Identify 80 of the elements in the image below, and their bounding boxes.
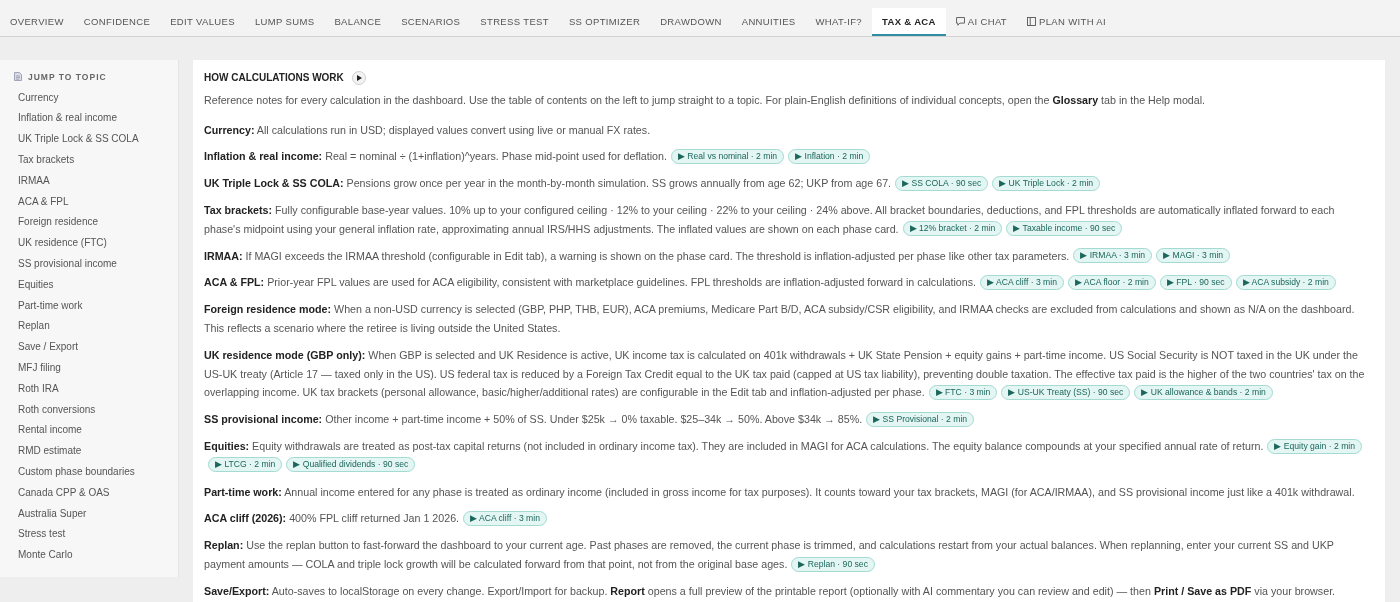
note-paragraph: Equities: Equity withdrawals are treated as post-tax capital returns (not included in ordinary income tax). They are included in MAGI for ACA calculations. The equity balance compounds at your specified annual rate of return. ▶ Equity gain · 2 min ▶ LTCG · 2 min ▶ Qualified dividends · 90 sec <box>204 436 1371 475</box>
split-panel-icon <box>1027 16 1037 26</box>
topic-link[interactable]: Canada CPP & OAS <box>0 482 128 504</box>
tab[interactable]: SS OPTIMIZER <box>558 8 651 36</box>
sidebar-heading: JUMP TO TOPIC <box>28 71 107 82</box>
topic-link[interactable]: Currency <box>0 87 77 109</box>
video-link[interactable]: ▶ 12% bracket · 2 min <box>902 221 1003 237</box>
note-paragraph: IRMAA: If MAGI exceeds the IRMAA threshold (configurable in Edit tab), a warning is shown on the phase card. The threshold is inflation-adjusted per phase like other tax parameters. ▶ IRMAA · 3 min ▶ MAGI · 3 min <box>204 246 1371 266</box>
tab[interactable]: OVERVIEW <box>0 8 74 36</box>
video-link[interactable]: ▶ LTCG · 2 min <box>208 457 283 473</box>
topic-link[interactable]: Foreign residence <box>0 212 117 234</box>
video-link[interactable]: ▶ Replan · 90 sec <box>791 556 875 572</box>
topic-link[interactable]: UK residence (FTC) <box>0 233 125 254</box>
video-link[interactable]: ▶ UK Triple Lock · 2 min <box>992 175 1101 191</box>
video-link[interactable]: ▶ FTC · 3 min <box>928 385 998 401</box>
tab[interactable]: CONFIDENCE <box>73 8 161 36</box>
topic-link[interactable]: RMD estimate <box>0 441 100 462</box>
tab[interactable]: AI CHAT <box>945 8 1018 36</box>
video-link[interactable]: ▶ SS COLA · 90 sec <box>895 175 989 191</box>
video-link[interactable]: ▶ SS Provisional · 2 min <box>866 411 975 427</box>
topic-link[interactable]: Stress test <box>0 524 84 546</box>
video-link[interactable]: ▶ MAGI · 3 min <box>1156 248 1231 264</box>
tab[interactable]: STRESS TEST <box>470 8 559 36</box>
topic-link[interactable]: Equities <box>0 274 72 296</box>
topic-link[interactable]: Save / Export <box>0 337 97 358</box>
video-link[interactable]: ▶ IRMAA · 3 min <box>1073 248 1153 264</box>
topic-link[interactable]: Monte Carlo <box>0 545 91 566</box>
intro-text: Reference notes for every calculation in the dashboard. Use the table of contents on the left to jump straight to a topic. For plain-English definitions of individual concepts, open the Glossary tab in the Help modal. <box>204 93 1207 108</box>
note-paragraph: Foreign residence mode: When a non-USD currency is selected (GBP, PHP, THB, EUR), ACA premiums, Medicare Part B/D, ACA subsidy/CSR eligibility, and IRMAA checks are excluded from calculations and shown as N/A on the dashboard. This reflects a scenario where the retiree is living outside the United States. <box>204 302 1356 336</box>
video-link[interactable]: ▶ Qualified dividends · 90 sec <box>286 457 416 473</box>
note-paragraph: Save/Export: Auto-saves to localStorage on every change. Export/Import for backup. Report opens a full preview of the printable report (optionally with AI commentary you can review and edit) — then Print / Save as PDF via your browser. <box>204 583 1337 599</box>
note-paragraph: Part-time work: Annual income entered for any phase is treated as ordinary income (included in gross income for tax purposes). It counts toward your tax brackets, MAGI (for ACA/IRMAA), and SS provisional income just like a 401k withdrawal. <box>204 484 1356 500</box>
note-paragraph: Replan: Use the replan button to fast-forward the dashboard to your current age. Past phases are removed, the current phase is trimmed, and calculations restart from your actual balances. When replanning, enter your current SS and UKP payment amounts — COLA and triple lock growth will be calculated forward from that point, not from the original base ages. ▶ Replan · 90 sec <box>204 538 1335 574</box>
video-link[interactable]: ▶ ACA subsidy · 2 min <box>1235 275 1336 291</box>
topic-link[interactable]: Roth conversions <box>0 399 114 421</box>
video-link[interactable]: ▶ UK allowance & bands · 2 min <box>1134 385 1273 401</box>
section-title: HOW CALCULATIONS WORK <box>204 72 344 83</box>
note-paragraph: UK residence mode (GBP only): When GBP is selected and UK Residence is active, UK income tax is calculated on 401k withdrawals + UK State Pension + equity gains + part-time income. US Social Security is NOT taxed in the UK under the US-UK treaty (Article 17 — taxed only in the US). US federal tax is reduced by a Foreign Tax Credit equal to the UK tax paid (capped at US tax liability), preventing double taxation. The effective tax paid is the higher of the two countries' tax on the overlapping income. UK tax brackets (personal allowance, basic/higher/additional rates) are configurable in the Edit tab and inflation-adjusted per phase. ▶ FTC · 3 min ▶ US-UK Treaty (SS) · 90 sec ▶ UK allowance & bands · 2 min <box>204 347 1366 403</box>
topic-link[interactable]: IRMAA <box>0 170 68 192</box>
topic-link[interactable]: UK Triple Lock & SS COLA <box>0 129 157 150</box>
video-link[interactable]: ▶ ACA cliff · 3 min <box>463 511 547 526</box>
video-link[interactable]: ▶ Equity gain · 2 min <box>1267 438 1362 454</box>
topic-link[interactable]: Part-time work <box>0 295 101 317</box>
document-icon <box>14 72 22 81</box>
note-paragraph: UK Triple Lock & SS COLA: Pensions grow once per year in the month-by-month simulation. SS grows annually from age 62; UKP from age 67. ▶ SS COLA · 90 sec ▶ UK Triple Lock · 2 min <box>204 174 1371 193</box>
topic-link[interactable]: Rental income <box>0 420 100 442</box>
topic-link[interactable]: Roth IRA <box>0 378 77 400</box>
topic-link[interactable]: ACA & FPL <box>0 191 87 213</box>
play-button[interactable] <box>351 70 366 85</box>
topic-link[interactable]: SS provisional income <box>0 253 135 275</box>
tab[interactable]: DRAWDOWN <box>650 8 732 36</box>
tab[interactable]: TAX & ACA <box>871 8 946 36</box>
topic-link[interactable]: Tax brackets <box>0 150 93 171</box>
video-link[interactable]: ▶ FPL · 90 sec <box>1159 275 1232 291</box>
tab[interactable]: WHAT-IF? <box>805 8 872 36</box>
video-link[interactable]: ▶ ACA floor · 2 min <box>1067 275 1156 291</box>
note-paragraph: ACA & FPL: Prior-year FPL values are used for ACA eligibility, consistent with marketplace guidelines. FPL thresholds are inflation-adjusted forward in calculations. ▶ ACA cliff · 3 min ▶ ACA floor · 2 min ▶ FPL · 90 sec ▶ ACA subsidy · 2 min <box>204 273 1371 293</box>
topic-link[interactable]: MFJ filing <box>0 357 79 379</box>
topic-link[interactable]: Custom phase boundaries <box>0 461 153 483</box>
topic-link[interactable]: Australia Super <box>0 503 105 525</box>
video-link[interactable]: ▶ US-UK Treaty (SS) · 90 sec <box>1001 385 1131 401</box>
note-paragraph: ACA cliff (2026): 400% FPL cliff returned Jan 1 2026. ▶ ACA cliff · 3 min <box>204 509 1371 529</box>
play-icon <box>356 74 362 81</box>
video-link[interactable]: ▶ Real vs nominal · 2 min <box>670 149 785 165</box>
tab[interactable]: EDIT VALUES <box>160 8 245 36</box>
video-link[interactable]: ▶ Inflation · 2 min <box>788 149 871 165</box>
note-paragraph: Inflation & real income: Real = nominal ÷ (1+inflation)^years. Phase mid-point used for deflation. ▶ Real vs nominal · 2 min ▶ Inflation · 2 min <box>204 147 1371 167</box>
video-link[interactable]: ▶ Taxable income · 90 sec <box>1006 221 1123 237</box>
tab[interactable]: ANNUITIES <box>731 8 806 36</box>
topic-link[interactable]: Replan <box>0 316 68 338</box>
note-paragraph: Currency: All calculations run in USD; displayed values convert using live or manual FX rates. <box>204 122 652 138</box>
note-paragraph: Tax brackets: Fully configurable base-year values. 10% up to your configured ceiling · 12% to your ceiling · 22% to your ceiling · 24% above. All bracket boundaries, deductions, and FPL thresholds are automatically inflated forward to each phase's midpoint using your general inflation rate, approximating annual IRS/HHS adjustments. The inflated values are shown on each phase card. ▶ 12% bracket · 2 min ▶ Taxable income · 90 sec <box>204 203 1336 239</box>
topic-link[interactable]: Inflation & real income <box>0 108 135 130</box>
tab[interactable]: SCENARIOS <box>391 8 471 36</box>
tab[interactable]: BALANCE <box>324 8 392 36</box>
tab[interactable]: LUMP SUMS <box>244 8 325 36</box>
video-link[interactable]: ▶ ACA cliff · 3 min <box>980 275 1064 291</box>
note-paragraph: SS provisional income: Other income + part-time income + 50% of SS. Under $25k → 0% taxable. $25–34k → 50%. Above $34k → 85%. ▶ SS Provisional · 2 min <box>204 410 1371 429</box>
speech-bubble-icon <box>955 16 965 26</box>
tab[interactable]: PLAN WITH AI <box>1017 8 1117 36</box>
